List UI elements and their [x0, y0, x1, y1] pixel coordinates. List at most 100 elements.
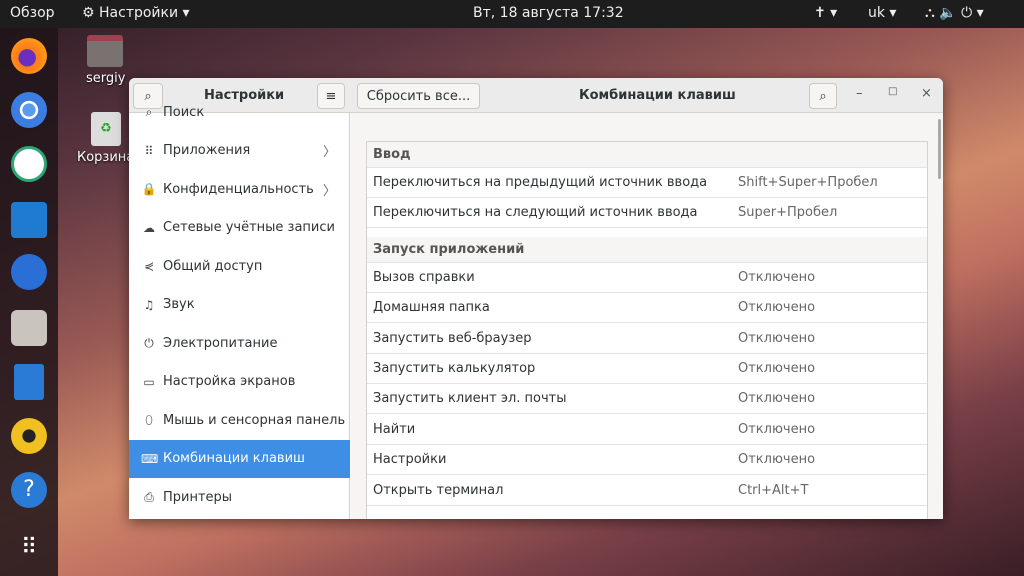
system-menu[interactable]: ⛬ 🔈 ⏻ ▾ [925, 5, 984, 21]
chrome-icon[interactable] [11, 92, 47, 128]
sidebar-icon: ⏻ [144, 335, 154, 350]
sidebar-item-label: Общий доступ [163, 258, 263, 274]
scrollbar[interactable] [938, 119, 941, 179]
sidebar-icon: ♫ [143, 297, 155, 312]
vscode-icon[interactable] [11, 202, 47, 238]
sidebar-item[interactable]: ▭ Настройка экранов [129, 363, 350, 401]
thunderbird-icon[interactable] [11, 254, 47, 290]
sidebar-item-label: Комбинации клавиш [163, 451, 305, 466]
shortcut-accel: Shift+Super+Пробел [738, 175, 878, 190]
files-icon[interactable] [11, 310, 47, 346]
trash-label: Корзина [77, 150, 135, 165]
sidebar-item[interactable]: ♫ Звук [129, 286, 350, 324]
sidebar-icon: ⬯ [145, 412, 153, 427]
accessibility-menu[interactable]: ✝ ▾ [814, 5, 837, 21]
shortcut-accel: Отключено [738, 269, 816, 285]
sidebar-item-label: Конфиденциальность [163, 181, 314, 197]
gear-icon: ⚙ [82, 5, 100, 21]
maximize-icon[interactable]: □ [888, 86, 897, 97]
sidebar-item[interactable]: ⎙ Принтеры [129, 478, 350, 516]
shortcut-accel: Ctrl+Alt+T [738, 482, 809, 498]
sidebar-icon: 🔒 [141, 182, 157, 196]
shortcut-list: Ввод Переключиться на предыдущий источник… [366, 141, 928, 519]
shortcut-row[interactable]: Переключиться на следующий источник ввод… [367, 198, 927, 229]
app-menu[interactable]: ⚙ Настройки ▾ [82, 5, 190, 21]
sidebar-item-label: Поиск [163, 104, 205, 120]
trash-icon[interactable]: ♻ [91, 112, 121, 146]
sidebar-item-label: Принтеры [163, 489, 233, 505]
sidebar-icon: ⠿ [144, 143, 154, 158]
sidebar-item[interactable]: ⬯ Мышь и сенсорная панель [129, 401, 350, 439]
page-title: Комбинации клавиш [579, 88, 736, 103]
writer-icon[interactable] [14, 364, 44, 400]
sidebar-icon: ☁ [143, 220, 155, 235]
sidebar-item[interactable]: 🔒 Конфиденциальность 〉 [129, 170, 350, 208]
shortcut-search-button[interactable]: ⌕ [809, 83, 837, 109]
shortcut-name: Переключиться на следующий источник ввод… [373, 205, 698, 221]
section-header: Ввод [367, 142, 927, 168]
close-icon[interactable]: × [921, 86, 932, 101]
help-icon[interactable]: ? [11, 472, 47, 508]
remote-desktop-icon[interactable] [11, 146, 47, 182]
sidebar-item-label: Мышь и сенсорная панель [163, 412, 346, 428]
show-apps-icon[interactable]: ⠿ [11, 530, 47, 566]
sidebar-item-label: Приложения [163, 143, 251, 158]
shortcut-accel: Отключено [738, 361, 816, 376]
home-folder-icon[interactable] [87, 35, 123, 67]
shortcut-accel: Отключено [738, 452, 816, 468]
shortcut-row[interactable]: Запустить веб-браузер Отключено [367, 324, 927, 354]
home-folder-label: sergiy [86, 71, 126, 86]
shortcut-accel: Super+Пробел [738, 205, 838, 221]
shortcut-row[interactable]: Открыть терминал Ctrl+Alt+T [367, 476, 927, 506]
chevron-right-icon: 〉 [322, 145, 336, 160]
firefox-icon[interactable] [11, 38, 47, 74]
rhythmbox-icon[interactable] [11, 418, 47, 454]
sidebar-icon: ⋞ [143, 259, 155, 273]
sidebar-icon: ⌕ [145, 104, 153, 119]
sidebar-item-label: Настройка экранов [163, 374, 296, 389]
shortcut-name: Открыть терминал [373, 482, 504, 498]
shortcut-accel: Отключено [738, 330, 816, 346]
top-bar: Обзор ⚙ Настройки ▾ Вт, 18 августа 17:32… [0, 0, 1024, 28]
sidebar-icon: ▭ [143, 374, 155, 389]
sidebar-item[interactable]: ⋞ Общий доступ [129, 247, 350, 285]
sidebar-item[interactable]: ⠿ Приложения 〉 [129, 132, 350, 170]
shortcuts-panel: Ввод Переключиться на предыдущий источник… [351, 113, 943, 519]
shortcut-accel: Отключено [738, 391, 816, 407]
shortcut-name: Найти [373, 421, 416, 437]
shortcut-accel: Отключено [738, 421, 816, 437]
sidebar-item[interactable]: ⌨ Комбинации клавиш [129, 439, 350, 478]
dock: ? ⠿ [0, 28, 58, 576]
shortcut-name: Запустить веб-браузер [373, 330, 532, 346]
chevron-right-icon: 〉 [322, 183, 336, 199]
shortcut-name: Запустить калькулятор [373, 361, 536, 376]
sidebar-item[interactable]: ⌕ Поиск [129, 93, 350, 131]
settings-window: ⌕ Настройки ≡ Сбросить все... Комбинации… [129, 78, 943, 519]
sidebar-item[interactable]: ⏻ Электропитание [129, 324, 350, 362]
shortcut-name: Запустить клиент эл. почты [373, 391, 567, 407]
shortcut-row[interactable]: Вызов справки Отключено [367, 263, 927, 293]
shortcut-row[interactable]: Запустить клиент эл. почты Отключено [367, 384, 927, 415]
sidebar-item-label: Звук [163, 297, 195, 312]
shortcut-row[interactable]: Запустить калькулятор Отключено [367, 354, 927, 384]
shortcut-accel: Отключено [738, 300, 816, 316]
clock[interactable]: Вт, 18 августа 17:32 [473, 5, 624, 21]
minimize-icon[interactable]: – [856, 86, 863, 101]
shortcut-name: Переключиться на предыдущий источник вво… [373, 175, 708, 190]
shortcut-name: Домашняя папка [373, 300, 490, 316]
shortcut-row[interactable]: Настройки Отключено [367, 445, 927, 476]
shortcut-name: Вызов справки [373, 269, 475, 285]
sidebar-item-label: Электропитание [163, 335, 278, 351]
sidebar-icon: ⌨ [141, 451, 159, 466]
reset-all-button[interactable]: Сбросить все... [357, 83, 480, 109]
shortcut-row[interactable]: Переключиться на предыдущий источник вво… [367, 168, 927, 198]
sidebar: ⌕ Поиск ⠿ Приложения 〉 🔒 Конфиденциальность 〉 ☁ С… [129, 105, 350, 519]
keyboard-layout-menu[interactable]: uk ▾ [868, 5, 896, 21]
shortcut-name: Настройки [373, 452, 447, 468]
activities-button[interactable]: Обзор [10, 5, 55, 21]
sidebar-item[interactable]: ☁ Сетевые учётные записи [129, 209, 350, 247]
search-icon: ⌕ [819, 88, 827, 104]
section-header: Запуск приложений [367, 236, 927, 263]
shortcut-row[interactable]: Домашняя папка Отключено [367, 293, 927, 324]
shortcut-row[interactable]: Найти Отключено [367, 415, 927, 445]
